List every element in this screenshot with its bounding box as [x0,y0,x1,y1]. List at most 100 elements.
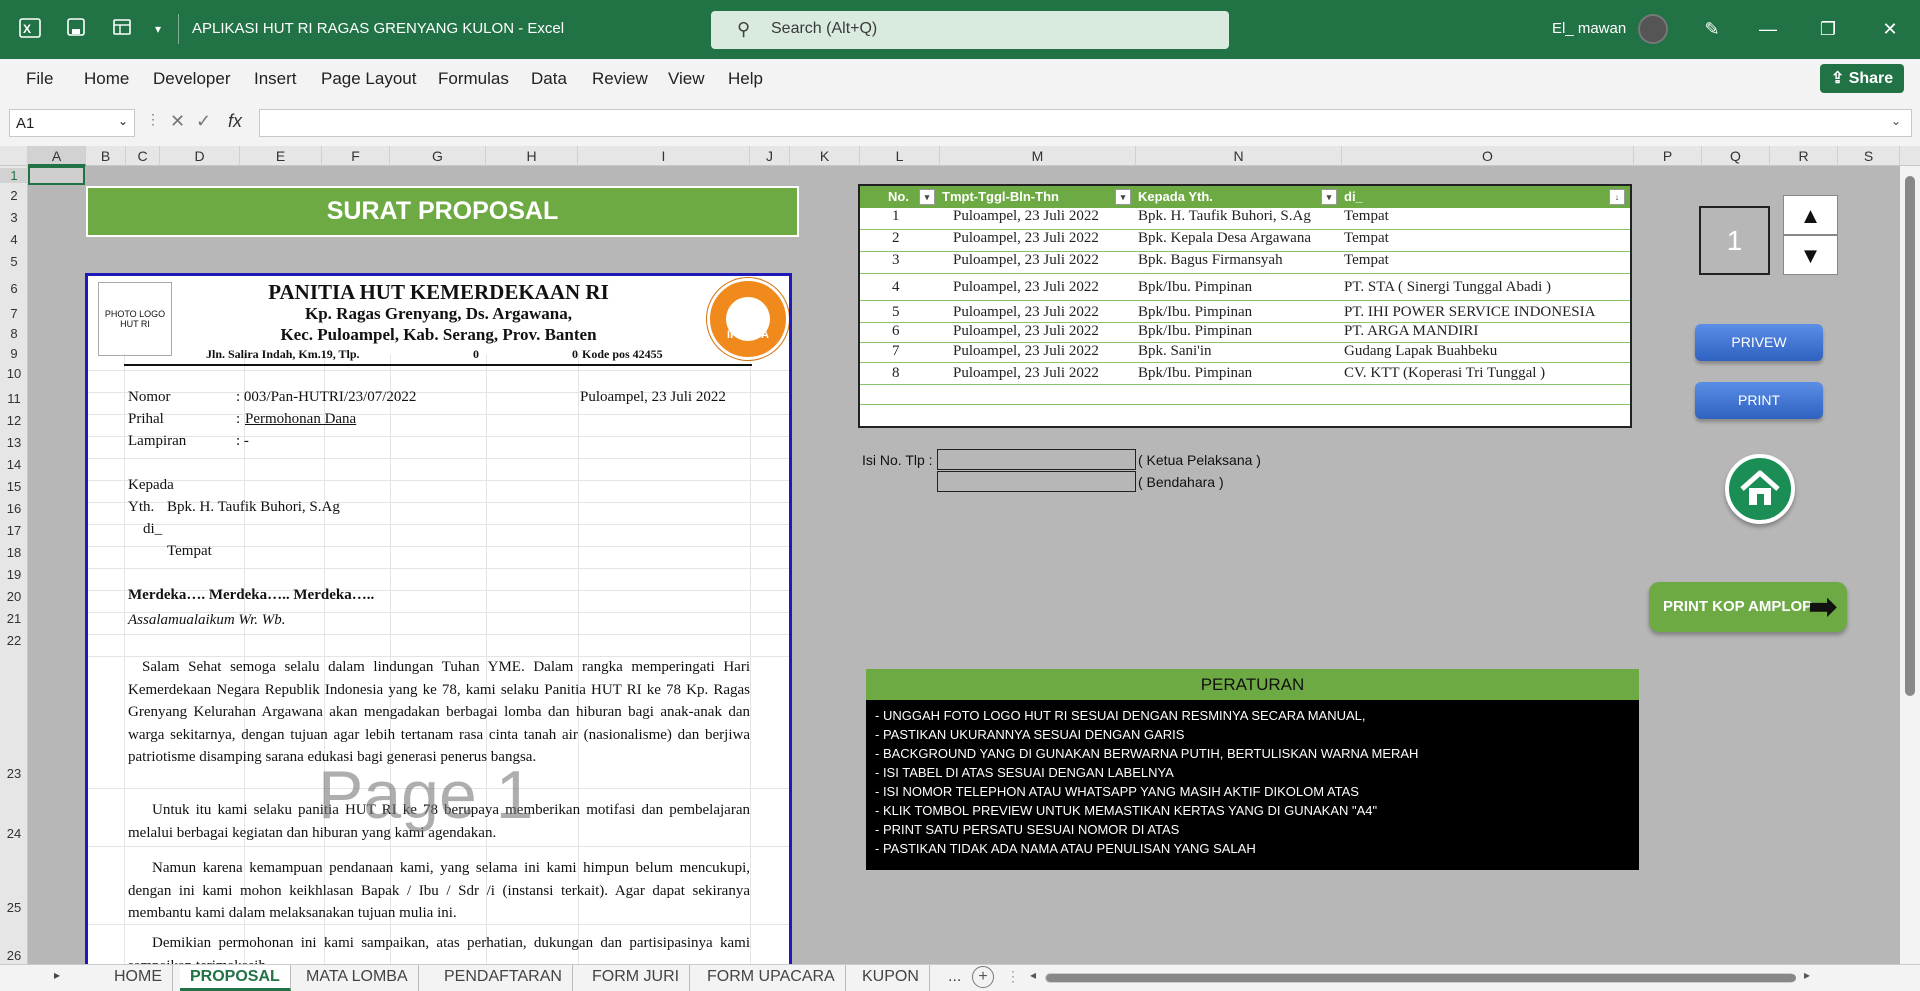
sheet-tab-form-upacara[interactable]: FORM UPACARA [697,965,846,991]
column-header[interactable]: L [860,146,940,166]
ketua-phone-input[interactable] [937,449,1136,470]
form-icon[interactable] [110,17,134,41]
table-row[interactable]: 6 Puloampel, 23 Juli 2022 Bpk/Ibu. Pimpi… [860,323,1630,343]
sort-filter-icon[interactable]: ↓ [1609,189,1625,205]
row-header[interactable]: 3 [0,210,28,225]
row-header[interactable]: 16 [0,501,28,516]
column-header[interactable]: H [486,146,578,166]
row-header[interactable]: 8 [0,326,28,341]
cancel-icon[interactable]: ✕ [170,111,185,132]
home-button[interactable] [1725,454,1795,524]
share-button[interactable]: ⇪ Share [1820,64,1904,93]
more-sheets-button[interactable]: ... [938,965,971,991]
column-header[interactable]: G [390,146,486,166]
column-header[interactable]: F [322,146,390,166]
column-header[interactable]: E [240,146,322,166]
table-row-empty[interactable] [860,385,1630,405]
scroll-tabs-right-icon[interactable]: ▸ [54,968,60,982]
active-cell[interactable] [28,166,85,185]
column-header[interactable]: D [160,146,240,166]
spin-up-button[interactable]: ▲ [1783,195,1838,235]
table-row[interactable]: 1 Puloampel, 23 Juli 2022 Bpk. H. Taufik… [860,208,1630,230]
row-header[interactable]: 25 [0,900,28,915]
row-header[interactable]: 18 [0,545,28,560]
save-icon[interactable] [64,17,88,41]
table-row[interactable]: 5 Puloampel, 23 Juli 2022 Bpk/Ibu. Pimpi… [860,301,1630,323]
tab-file[interactable]: File [26,69,53,89]
pen-icon[interactable]: ✎ [1692,14,1732,44]
avatar[interactable] [1638,14,1668,44]
print-button[interactable]: PRINT [1695,382,1823,419]
row-header[interactable]: 5 [0,254,28,269]
sheet-tab-pendaftaran[interactable]: PENDAFTARAN [434,965,573,991]
column-header[interactable]: M [940,146,1136,166]
tab-data[interactable]: Data [531,69,567,89]
scroll-right-icon[interactable]: ▸ [1804,968,1810,982]
column-header[interactable]: Q [1702,146,1770,166]
chevron-down-icon[interactable]: ⌄ [118,114,128,128]
column-header[interactable]: K [790,146,860,166]
row-header[interactable]: 26 [0,948,28,963]
column-header[interactable]: R [1770,146,1838,166]
column-header[interactable]: P [1634,146,1702,166]
tab-page-layout[interactable]: Page Layout [321,69,416,89]
row-header[interactable]: 23 [0,766,28,781]
tab-formulas[interactable]: Formulas [438,69,509,89]
row-header[interactable]: 21 [0,611,28,626]
enter-icon[interactable]: ✓ [196,111,211,132]
column-header[interactable]: N [1136,146,1342,166]
filter-dropdown-icon[interactable]: ▾ [919,189,935,205]
table-row[interactable]: 3 Puloampel, 23 Juli 2022 Bpk. Bagus Fir… [860,252,1630,274]
row-header[interactable]: 7 [0,306,28,321]
expand-formula-chevron-icon[interactable]: ⌄ [1891,114,1901,128]
restore-icon[interactable]: ❐ [1808,14,1848,44]
sheet-tab-proposal[interactable]: PROPOSAL [180,965,291,991]
tab-view[interactable]: View [668,69,705,89]
tab-help[interactable]: Help [728,69,763,89]
horizontal-scrollbar[interactable] [1045,973,1796,983]
column-header[interactable]: J [750,146,790,166]
preview-button[interactable]: PRIVEW [1695,324,1823,361]
filter-dropdown-icon[interactable]: ▾ [1321,189,1337,205]
vertical-scrollbar[interactable] [1900,166,1920,964]
row-header[interactable]: 22 [0,633,28,648]
horizontal-scroll-thumb[interactable] [1046,974,1796,982]
row-header[interactable]: 17 [0,523,28,538]
tab-developer[interactable]: Developer [153,69,231,89]
column-header[interactable]: O [1342,146,1634,166]
row-header[interactable]: 4 [0,232,28,247]
tab-insert[interactable]: Insert [254,69,297,89]
column-header[interactable]: B [86,146,126,166]
filter-dropdown-icon[interactable]: ▾ [1115,189,1131,205]
bendahara-phone-input[interactable] [937,471,1136,492]
row-header[interactable]: 13 [0,435,28,450]
search-box[interactable]: ⚲ Search (Alt+Q) [711,11,1229,49]
sheet-tab-form-juri[interactable]: FORM JURI [582,965,691,991]
sheet-tab-kupon[interactable]: KUPON [852,965,930,991]
spin-down-button[interactable]: ▼ [1783,235,1838,275]
row-header[interactable]: 1 [0,168,28,183]
column-header[interactable]: A [28,146,86,166]
minimize-icon[interactable]: — [1748,14,1788,44]
select-all-corner[interactable] [0,146,28,166]
insert-function-icon[interactable]: fx [228,111,242,132]
vertical-scroll-thumb[interactable] [1905,176,1915,696]
scroll-left-icon[interactable]: ◂ [1030,968,1036,982]
formula-input[interactable]: ⌄ [259,109,1912,137]
table-row[interactable]: 8 Puloampel, 23 Juli 2022 Bpk/Ibu. Pimpi… [860,363,1630,385]
table-row[interactable]: 4 Puloampel, 23 Juli 2022 Bpk/Ibu. Pimpi… [860,274,1630,301]
user-name[interactable]: El_ mawan [1552,20,1626,37]
row-header[interactable]: 15 [0,479,28,494]
column-header[interactable]: I [578,146,750,166]
row-header[interactable]: 24 [0,826,28,841]
add-sheet-icon[interactable]: + [972,966,994,988]
tab-review[interactable]: Review [592,69,648,89]
customize-toolbar-chevron-icon[interactable]: ▾ [146,17,170,41]
name-box[interactable]: A1 ⌄ [9,109,135,137]
table-row[interactable]: 7 Puloampel, 23 Juli 2022 Bpk. Sani'in G… [860,343,1630,363]
print-kop-amplop-button[interactable]: PRINT KOP AMPLOP ➡ [1649,582,1847,632]
tab-home[interactable]: Home [84,69,129,89]
sheet-tab-home[interactable]: HOME [104,965,173,991]
row-header[interactable]: 6 [0,281,28,296]
row-header[interactable]: 14 [0,457,28,472]
